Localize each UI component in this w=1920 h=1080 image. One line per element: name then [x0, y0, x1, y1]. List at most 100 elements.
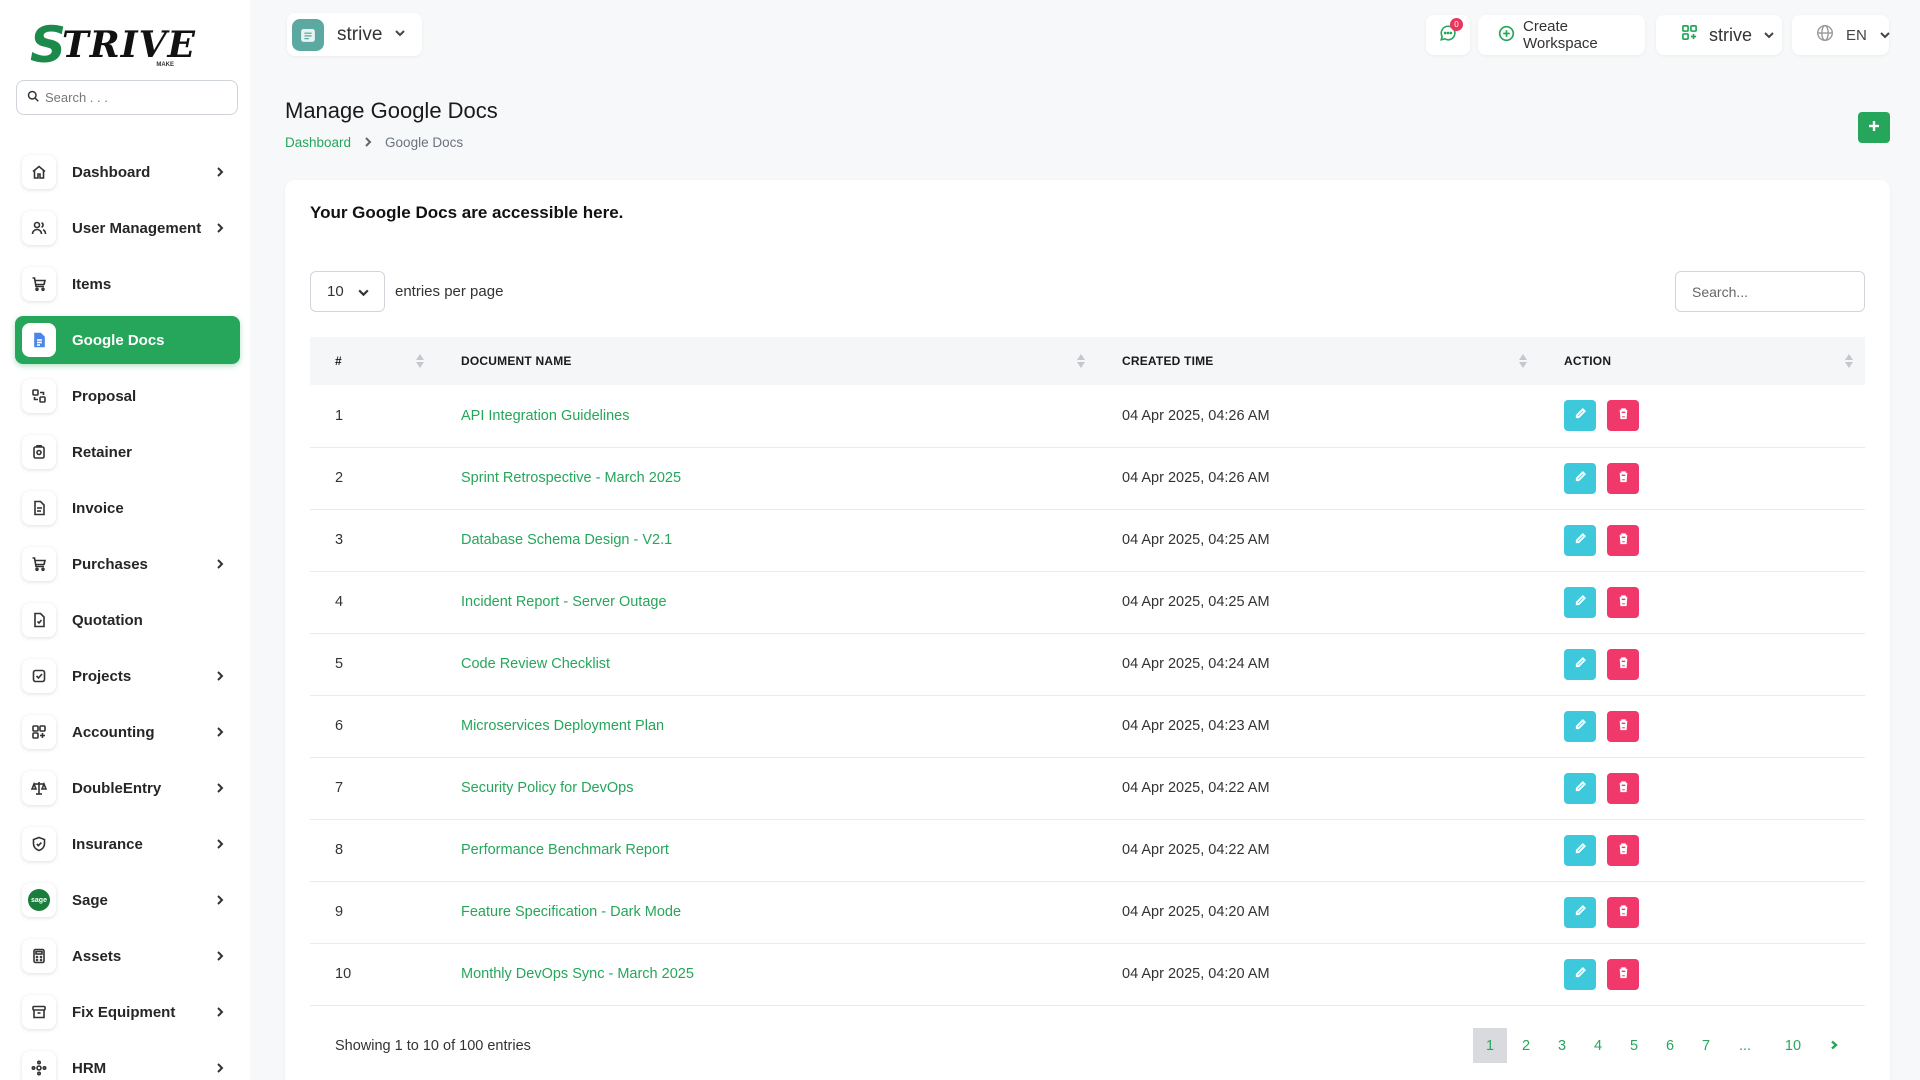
- sort-icon: [1519, 354, 1527, 370]
- sidebar-item-sage[interactable]: sageSage: [15, 876, 240, 924]
- created-time: 04 Apr 2025, 04:22 AM: [1097, 757, 1539, 819]
- edit-button[interactable]: [1564, 463, 1596, 494]
- sidebar-item-user-management[interactable]: User Management: [15, 204, 240, 252]
- sidebar-search-input[interactable]: [45, 90, 225, 105]
- page-link-6[interactable]: 6: [1653, 1028, 1687, 1063]
- sidebar-item-accounting[interactable]: Accounting: [15, 708, 240, 756]
- sidebar-item-quotation[interactable]: Quotation: [15, 596, 240, 644]
- edit-button[interactable]: [1564, 835, 1596, 866]
- chevron-right-icon: [214, 837, 226, 849]
- document-name-link[interactable]: Feature Specification - Dark Mode: [436, 881, 1097, 943]
- document-name-link[interactable]: Security Policy for DevOps: [436, 757, 1097, 819]
- invoice-icon: [22, 491, 56, 525]
- page-link-7[interactable]: 7: [1689, 1028, 1723, 1063]
- workspace-switch-button[interactable]: strive: [1656, 15, 1782, 55]
- plus-circle-icon: [1498, 25, 1515, 46]
- document-name-link[interactable]: Database Schema Design - V2.1: [436, 509, 1097, 571]
- document-name-link[interactable]: Performance Benchmark Report: [436, 819, 1097, 881]
- table-row: 7Security Policy for DevOps04 Apr 2025, …: [310, 757, 1865, 819]
- page-link-3[interactable]: 3: [1545, 1028, 1579, 1063]
- workspace-selector[interactable]: strive: [287, 13, 422, 56]
- sidebar-item-assets[interactable]: Assets: [15, 932, 240, 980]
- add-document-button[interactable]: [1858, 112, 1890, 143]
- row-number: 2: [310, 447, 436, 509]
- table-row: 9Feature Specification - Dark Mode04 Apr…: [310, 881, 1865, 943]
- messages-button[interactable]: 0: [1426, 15, 1470, 55]
- sidebar-item-proposal[interactable]: Proposal: [15, 372, 240, 420]
- document-name-link[interactable]: Incident Report - Server Outage: [436, 571, 1097, 633]
- pencil-icon: [1574, 780, 1587, 797]
- delete-button[interactable]: [1607, 711, 1639, 742]
- cart-icon: [22, 547, 56, 581]
- sidebar-item-purchases[interactable]: Purchases: [15, 540, 240, 588]
- column-header-document-name[interactable]: DOCUMENT NAME: [436, 337, 1097, 385]
- document-name-link[interactable]: Code Review Checklist: [436, 633, 1097, 695]
- page-link-2[interactable]: 2: [1509, 1028, 1543, 1063]
- row-number: 1: [310, 385, 436, 447]
- page-link-10[interactable]: 10: [1771, 1028, 1815, 1063]
- sidebar-item-insurance[interactable]: Insurance: [15, 820, 240, 868]
- edit-button[interactable]: [1564, 649, 1596, 680]
- column-header-number[interactable]: #: [310, 337, 436, 385]
- delete-button[interactable]: [1607, 835, 1639, 866]
- delete-button[interactable]: [1607, 649, 1639, 680]
- table-search-input[interactable]: [1675, 271, 1865, 312]
- column-header-action[interactable]: ACTION: [1539, 337, 1865, 385]
- document-name-link[interactable]: Sprint Retrospective - March 2025: [436, 447, 1097, 509]
- chevron-right-icon: [214, 1061, 226, 1073]
- delete-button[interactable]: [1607, 773, 1639, 804]
- action-cell: [1539, 695, 1865, 757]
- breadcrumb: Dashboard Google Docs: [285, 135, 463, 150]
- sidebar-item-dashboard[interactable]: Dashboard: [15, 148, 240, 196]
- sidebar-item-hrm[interactable]: HRM: [15, 1044, 240, 1080]
- delete-button[interactable]: [1607, 959, 1639, 990]
- created-time: 04 Apr 2025, 04:24 AM: [1097, 633, 1539, 695]
- sidebar-item-items[interactable]: Items: [15, 260, 240, 308]
- sidebar-item-retainer[interactable]: Retainer: [15, 428, 240, 476]
- delete-button[interactable]: [1607, 463, 1639, 494]
- search-icon: [27, 89, 39, 107]
- column-header-created-time[interactable]: CREATED TIME: [1097, 337, 1539, 385]
- language-selector[interactable]: EN: [1792, 15, 1889, 55]
- create-workspace-button[interactable]: Create Workspace: [1478, 15, 1645, 55]
- edit-button[interactable]: [1564, 400, 1596, 431]
- archive-icon: [22, 995, 56, 1029]
- sidebar-item-label: Sage: [72, 892, 108, 909]
- delete-button[interactable]: [1607, 587, 1639, 618]
- sidebar-item-projects[interactable]: Projects: [15, 652, 240, 700]
- sidebar-item-doubleentry[interactable]: DoubleEntry: [15, 764, 240, 812]
- sidebar-item-label: Google Docs: [72, 332, 165, 349]
- pencil-icon: [1574, 470, 1587, 487]
- sidebar-item-google-docs[interactable]: Google Docs: [15, 316, 240, 364]
- action-cell: [1539, 881, 1865, 943]
- sidebar-item-label: Accounting: [72, 724, 155, 741]
- retainer-icon: [22, 435, 56, 469]
- edit-button[interactable]: [1564, 587, 1596, 618]
- page-link-1[interactable]: 1: [1473, 1028, 1507, 1063]
- document-name-link[interactable]: Monthly DevOps Sync - March 2025: [436, 943, 1097, 1005]
- sidebar: S TRIVE MAKE Dashboard User Management Ite…: [0, 0, 250, 1080]
- edit-button[interactable]: [1564, 525, 1596, 556]
- chevron-right-icon: [214, 1005, 226, 1017]
- page-link-4[interactable]: 4: [1581, 1028, 1615, 1063]
- entries-per-page-select[interactable]: 10: [310, 271, 385, 312]
- delete-button[interactable]: [1607, 400, 1639, 431]
- brand-logo[interactable]: S TRIVE MAKE: [30, 18, 210, 72]
- document-name-link[interactable]: API Integration Guidelines: [436, 385, 1097, 447]
- delete-button[interactable]: [1607, 525, 1639, 556]
- document-name-link[interactable]: Microservices Deployment Plan: [436, 695, 1097, 757]
- created-time: 04 Apr 2025, 04:26 AM: [1097, 385, 1539, 447]
- edit-button[interactable]: [1564, 711, 1596, 742]
- edit-button[interactable]: [1564, 773, 1596, 804]
- edit-button[interactable]: [1564, 959, 1596, 990]
- chevron-right-icon: [214, 781, 226, 793]
- delete-button[interactable]: [1607, 897, 1639, 928]
- next-page-button[interactable]: [1817, 1028, 1851, 1063]
- page-link-5[interactable]: 5: [1617, 1028, 1651, 1063]
- sidebar-item-invoice[interactable]: Invoice: [15, 484, 240, 532]
- chevron-right-icon: [214, 893, 226, 905]
- edit-button[interactable]: [1564, 897, 1596, 928]
- breadcrumb-dashboard-link[interactable]: Dashboard: [285, 135, 351, 150]
- sidebar-item-fix-equipment[interactable]: Fix Equipment: [15, 988, 240, 1036]
- chevron-right-icon: [214, 949, 226, 961]
